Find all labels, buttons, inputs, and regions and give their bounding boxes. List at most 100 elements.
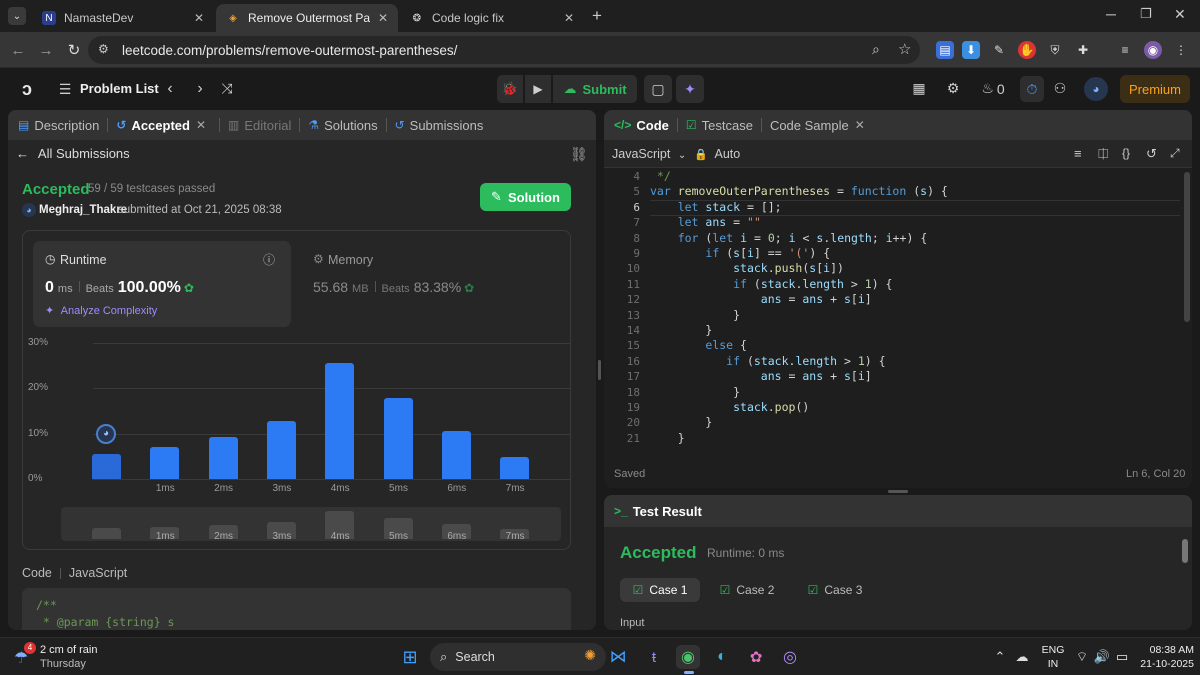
close-icon[interactable]: ✕ (855, 118, 865, 132)
address-bar[interactable]: ⚙ leetcode.com/problems/remove-outermost… (88, 36, 920, 64)
new-tab-button[interactable]: + (592, 6, 602, 26)
next-problem-icon[interactable]: › (192, 80, 208, 98)
teams-icon[interactable]: ŧ (642, 645, 666, 669)
extension-red-icon[interactable]: ✋ (1018, 41, 1036, 59)
reload-icon[interactable]: ↻ (64, 40, 84, 60)
copilot-icon[interactable]: ✿ (744, 645, 768, 669)
extension-doc-icon[interactable]: ▤ (936, 41, 954, 59)
profile-avatar[interactable]: ◉ (1144, 41, 1162, 59)
chevron-up-icon[interactable]: ⌃ (988, 645, 1012, 669)
streak-counter[interactable]: ♨ 0 (978, 80, 1008, 97)
layout-icon[interactable]: ▦ (910, 80, 928, 97)
memory-box[interactable]: ⚙ Memory 55.68 MB Beats 83.38% ✿ (301, 241, 559, 327)
chart-bar[interactable] (383, 398, 413, 479)
tab-search-button[interactable]: ⌄ (8, 7, 26, 25)
chart-bar[interactable] (92, 454, 121, 479)
info-icon[interactable]: ⓘ (263, 251, 275, 268)
code-area[interactable]: */ var removeOuterParentheses = function… (650, 169, 1180, 453)
settings-gear-icon[interactable]: ⚙ (944, 80, 962, 97)
analyze-complexity-link[interactable]: ✦ Analyze Complexity (45, 304, 157, 317)
shuffle-icon[interactable]: ⤨ (218, 80, 236, 97)
timer-button[interactable]: ⏱ (1020, 76, 1044, 102)
vscode-icon[interactable]: ⋈ (606, 645, 630, 669)
forward-icon[interactable]: → (36, 40, 56, 60)
shield-icon[interactable]: ⛨ (1046, 41, 1064, 59)
tab-test-result[interactable]: >_ Test Result (614, 504, 702, 519)
run-button[interactable]: ▶ (525, 75, 551, 103)
browser-tab-chatgpt[interactable]: ❂ Code logic fix ✕ (400, 4, 584, 32)
chart-bar[interactable] (325, 363, 355, 479)
auto-mode-toggle[interactable]: 🔒 Auto (694, 147, 740, 161)
browser-tab-namastedev[interactable]: N NamasteDev ✕ (32, 4, 214, 32)
windows-start-icon[interactable]: ⊞ (398, 645, 422, 669)
prev-problem-icon[interactable]: ‹ (162, 80, 178, 98)
eyedropper-icon[interactable]: ✎ (990, 41, 1008, 59)
tab-submissions[interactable]: ↺ Submissions (395, 118, 484, 133)
zoom-icon[interactable]: ⌕ (872, 41, 880, 58)
arc-browser-icon[interactable]: ◎ (778, 645, 802, 669)
onedrive-icon[interactable]: ☁ (1010, 645, 1034, 669)
fullscreen-icon[interactable]: ⤢ (1170, 146, 1180, 161)
extensions-puzzle-icon[interactable]: ✚ (1074, 41, 1092, 59)
browser-tab-leetcode[interactable]: ◈ Remove Outermost Parentheses ✕ (216, 4, 398, 32)
site-info-icon[interactable]: ⚙ (98, 42, 116, 58)
taskbar-search-box[interactable]: ⌕ Search ✺ (430, 643, 606, 671)
problem-list-link[interactable]: Problem List (80, 81, 159, 96)
ai-sparkle-button[interactable]: ✦ (676, 75, 704, 103)
language-select[interactable]: JavaScript ⌄ (612, 147, 686, 161)
premium-button[interactable]: Premium (1120, 75, 1190, 103)
edge-icon[interactable]: ◐ (710, 645, 734, 669)
braces-icon[interactable]: {} (1122, 146, 1130, 160)
debug-button[interactable]: 🐞 (497, 75, 523, 103)
format-icon[interactable]: ≡ (1074, 146, 1082, 161)
bookmark-star-icon[interactable]: ☆ (898, 40, 911, 58)
notes-button[interactable]: ▢ (644, 75, 672, 103)
vertical-resize-handle[interactable] (598, 360, 601, 380)
all-submissions-link[interactable]: ← All Submissions (16, 146, 130, 161)
tab-solutions[interactable]: ⚗ Solutions (308, 118, 377, 133)
tab-code-sample[interactable]: Code Sample ✕ (770, 118, 870, 133)
chrome-icon[interactable]: ◉ (676, 645, 700, 669)
maximize-button[interactable]: ❐ (1140, 6, 1152, 22)
leetcode-logo-icon[interactable]: ↄ (16, 78, 38, 100)
minimize-button[interactable]: ─ (1106, 6, 1116, 22)
reading-list-icon[interactable]: ≡ (1116, 41, 1134, 59)
runtime-distribution-chart[interactable]: 30% 20% 10% 0% 1ms 1ms 2ms 2ms 3ms 3ms 4ms 4ms 5ms 5m… (23, 331, 572, 551)
menu-dots-icon[interactable]: ⋮ (1172, 41, 1190, 59)
reset-icon[interactable]: ↺ (1146, 146, 1157, 162)
problem-list-icon[interactable]: ☰ (56, 80, 74, 98)
submit-button[interactable]: ☁ Submit (553, 75, 637, 103)
close-icon[interactable]: ✕ (196, 118, 206, 132)
chart-bar[interactable] (266, 420, 296, 479)
download-icon[interactable]: ⬇ (962, 41, 980, 59)
chart-bar[interactable] (441, 430, 471, 479)
close-window-button[interactable]: ✕ (1174, 6, 1186, 23)
tab-testcase[interactable]: ☑ Testcase (686, 118, 753, 133)
close-icon[interactable]: ✕ (564, 11, 574, 25)
chart-bar[interactable] (208, 437, 238, 479)
tab-accepted[interactable]: ↺ Accepted ✕ (116, 118, 211, 133)
add-friend-icon[interactable]: ⚇ (1050, 80, 1070, 97)
result-scrollbar[interactable] (1182, 539, 1188, 563)
tab-editorial[interactable]: ▥ Editorial (228, 118, 291, 133)
solution-button[interactable]: ✎ Solution (480, 183, 571, 211)
clock[interactable]: 08:38 AM 21-10-2025 (1128, 643, 1194, 671)
case-1-tab[interactable]: ☑ Case 1 (620, 578, 700, 602)
weather-widget[interactable]: ☂ 4 2 cm of rain Thursday (12, 642, 132, 672)
bookmark-icon[interactable]: ⎅ (1098, 146, 1108, 162)
share-link-icon[interactable]: ⛓ (570, 146, 588, 163)
chart-range-navigator[interactable] (61, 507, 561, 541)
close-icon[interactable]: ✕ (378, 11, 388, 25)
close-icon[interactable]: ✕ (194, 11, 204, 25)
chart-bar[interactable] (500, 457, 530, 479)
editor-scrollbar[interactable] (1184, 172, 1190, 322)
chart-bar[interactable] (150, 447, 180, 479)
case-2-tab[interactable]: ☑ Case 2 (712, 578, 782, 602)
horizontal-resize-handle[interactable] (888, 490, 908, 493)
user-avatar[interactable]: ◕ (1084, 77, 1108, 101)
username[interactable]: Meghraj_Thakre (39, 204, 127, 216)
runtime-box[interactable]: ◷ Runtime ⓘ 0 ms Beats 100.00% ✿ ✦ Analy… (33, 241, 291, 327)
back-icon[interactable]: ← (8, 40, 28, 60)
tab-code[interactable]: </> Code (614, 118, 669, 133)
case-3-tab[interactable]: ☑ Case 3 (800, 578, 870, 602)
